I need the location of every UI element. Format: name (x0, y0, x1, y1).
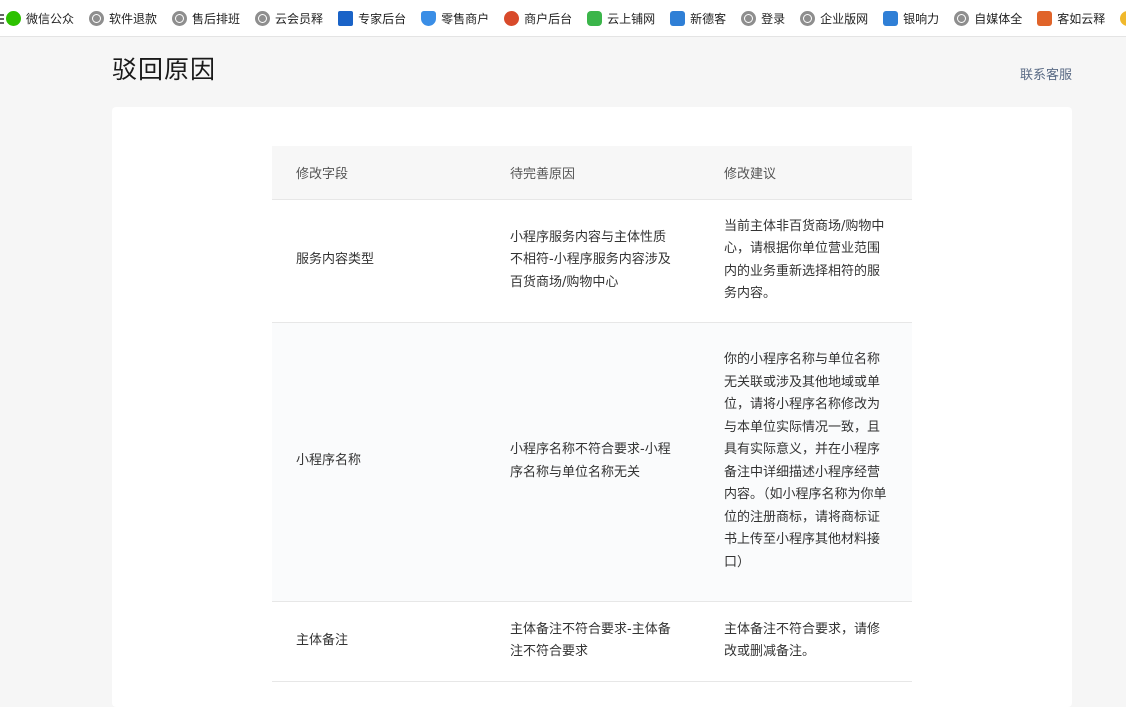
chat-icon (670, 10, 686, 26)
bookmark-item[interactable]: 零售商户 (421, 10, 489, 27)
reason-cell: 小程序名称不符合要求-小程序名称与单位名称无关 (486, 322, 700, 602)
globe-icon (89, 10, 105, 26)
wechat-icon (6, 10, 21, 26)
bank-icon (883, 10, 899, 26)
rejection-reasons-table: 修改字段 待完善原因 修改建议 服务内容类型 小程序服务内容与主体性质不相符-小… (272, 146, 912, 682)
table-row: 服务内容类型 小程序服务内容与主体性质不相符-小程序服务内容涉及百货商场/购物中… (272, 199, 912, 323)
bookmark-item[interactable]: 售后排班 (172, 10, 240, 27)
page-title: 驳回原因 (112, 55, 217, 84)
bookmark-item[interactable]: 软件退款 (89, 10, 157, 27)
bookmark-item[interactable]: 银响力 (883, 10, 939, 27)
shop-icon (338, 10, 354, 26)
bookmark-item[interactable]: 新德客 (670, 10, 726, 27)
bookmark-item[interactable]: 登录 (741, 10, 785, 27)
table-row: 主体备注 主体备注不符合要求-主体备注不符合要求 主体备注不符合要求，请修改或删… (272, 601, 912, 682)
bookmarks-bar: 微信公众 软件退款 售后排班 云会员释 专家后台 零售商户 商户后台 云上铺网 … (0, 0, 1126, 37)
globe-icon (172, 10, 188, 26)
field-cell: 服务内容类型 (272, 199, 486, 323)
cloud-shop-icon (587, 10, 603, 26)
field-cell: 小程序名称 (272, 322, 486, 602)
column-header-reason: 待完善原因 (486, 146, 700, 200)
suggestion-cell: 你的小程序名称与单位名称无关联或涉及其他地域或单位，请将小程序名称修改为与本单位… (700, 322, 912, 602)
field-cell: 主体备注 (272, 601, 486, 682)
merchant-icon (504, 10, 520, 26)
table-row: 小程序名称 小程序名称不符合要求-小程序名称与单位名称无关 你的小程序名称与单位… (272, 322, 912, 602)
column-header-suggestion: 修改建议 (700, 146, 912, 200)
globe-icon (741, 10, 757, 26)
bookmark-item[interactable]: 专家后台 (338, 10, 406, 27)
suggestion-cell: 主体备注不符合要求，请修改或删减备注。 (700, 601, 912, 682)
bookmark-item[interactable]: 小 (1120, 10, 1126, 27)
globe-icon (954, 10, 970, 26)
contact-support-link[interactable]: 联系客服 (1020, 64, 1072, 83)
bookmark-item[interactable]: 云会员释 (255, 10, 323, 27)
taobao-icon (1037, 10, 1053, 26)
reason-cell: 主体备注不符合要求-主体备注不符合要求 (486, 601, 700, 682)
smile-icon (1120, 10, 1126, 26)
bookmark-item[interactable]: 自媒体全 (954, 10, 1022, 27)
bookmark-item[interactable]: 云上铺网 (587, 10, 655, 27)
table-header-row: 修改字段 待完善原因 修改建议 (272, 146, 912, 200)
reason-cell: 小程序服务内容与主体性质不相符-小程序服务内容涉及百货商场/购物中心 (486, 199, 700, 323)
bookmark-item[interactable]: 企业版网 (800, 10, 868, 27)
globe-icon (255, 10, 271, 26)
shield-icon (421, 10, 437, 26)
bookmark-item[interactable]: 商户后台 (504, 10, 572, 27)
suggestion-cell: 当前主体非百货商场/购物中心，请根据你单位营业范围内的业务重新选择相符的服务内容… (700, 199, 912, 323)
bookmark-item[interactable]: 微信公众 (6, 10, 74, 27)
globe-icon (800, 10, 816, 26)
bookmark-item[interactable]: 客如云释 (1037, 10, 1105, 27)
reasons-card: 修改字段 待完善原因 修改建议 服务内容类型 小程序服务内容与主体性质不相符-小… (112, 107, 1072, 707)
column-header-field: 修改字段 (272, 146, 486, 200)
